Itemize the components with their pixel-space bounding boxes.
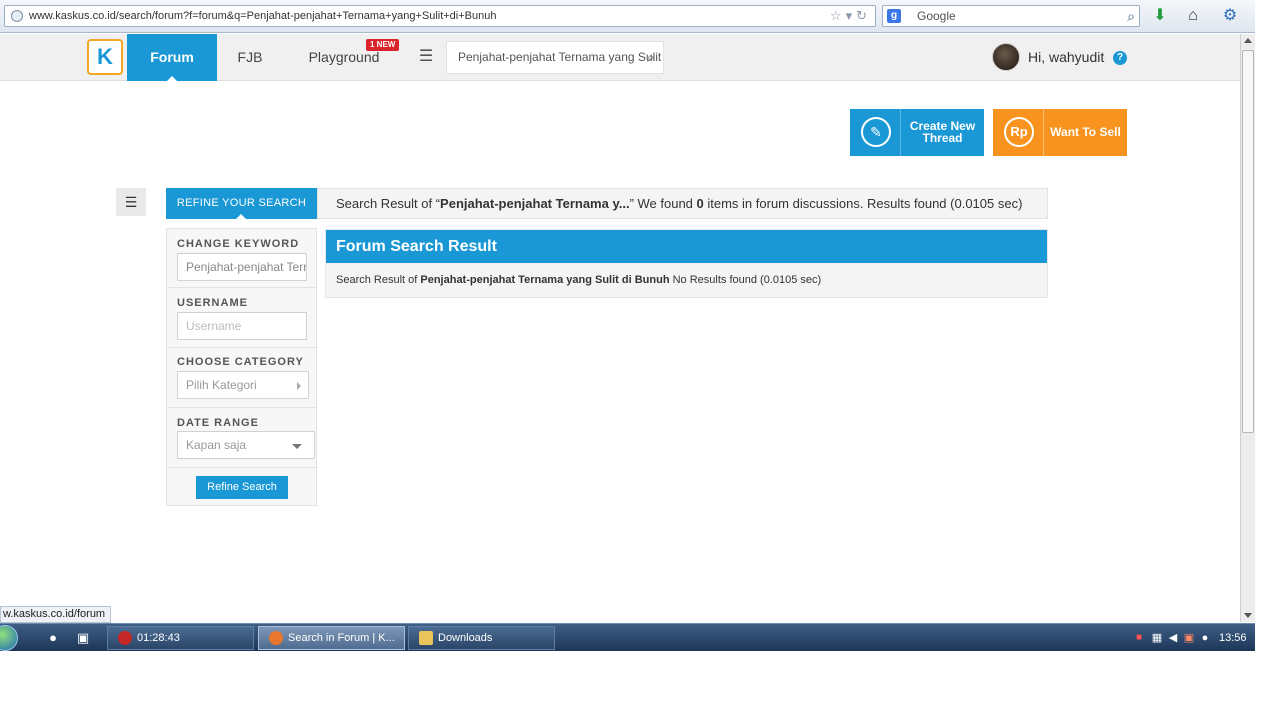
refine-search-button[interactable]: Refine Search <box>196 476 288 499</box>
firefox-icon[interactable]: ● <box>44 629 62 647</box>
summary-suffix: items in forum discussions. Results foun… <box>703 196 1023 211</box>
search-summary: Search Result of “Penjahat-penjahat Tern… <box>317 188 1048 219</box>
search-icon[interactable]: ⌕ <box>647 42 655 73</box>
date-range-select[interactable]: Kapan saja <box>177 431 315 459</box>
address-text: www.kaskus.co.id/search/forum?f=forum&q=… <box>29 10 497 22</box>
user-greeting[interactable]: Hi, wahyudit <box>1028 34 1104 81</box>
scroll-thumb[interactable] <box>1242 50 1254 433</box>
refine-sidebar: CHANGE KEYWORD Penjahat-penjahat Ternama… <box>166 228 317 506</box>
download-arrow-icon[interactable]: ⬇ <box>1150 6 1170 26</box>
windows-taskbar: ● ▣ 01:28:43 Search in Forum | K... Down… <box>0 623 1255 651</box>
rupiah-icon-wrap: Rp <box>993 109 1044 156</box>
summary-query: Penjahat-penjahat Ternama y... <box>440 196 630 211</box>
tray-globe-icon[interactable]: ● <box>1196 629 1214 647</box>
result-prefix: Search Result of <box>336 274 421 286</box>
divider <box>167 287 316 288</box>
home-icon[interactable]: ⌂ <box>1183 6 1203 26</box>
category-select[interactable]: Pilih Kategori <box>177 371 309 399</box>
divider <box>167 347 316 348</box>
task-downloads-label: Downloads <box>438 632 493 644</box>
summary-middle: ” We found <box>629 196 697 211</box>
result-query: Penjahat-penjahat Ternama yang Sulit di … <box>420 274 670 286</box>
date-range-value: Kapan saja <box>186 438 247 452</box>
toggle-sidebar-list-icon[interactable]: ☰ <box>116 188 146 216</box>
create-new-thread-button[interactable]: ✎ Create New Thread <box>850 109 984 156</box>
refine-your-search-tab[interactable]: REFINE YOUR SEARCH <box>166 188 317 219</box>
task-timer-label: 01:28:43 <box>137 632 180 644</box>
browser-search-box[interactable]: g Google ⌕ <box>882 5 1140 27</box>
forum-search-result-title: Forum Search Result <box>326 230 1047 263</box>
no-results-line: Search Result of Penjahat-penjahat Terna… <box>336 274 821 286</box>
avatar[interactable] <box>992 43 1020 71</box>
bookmark-star-icon[interactable]: ☆ <box>830 8 846 23</box>
rupiah-icon: Rp <box>1004 117 1034 147</box>
change-keyword-label: CHANGE KEYWORD <box>177 238 300 250</box>
header-search-value: Penjahat-penjahat Ternama yang Sulit di … <box>458 50 663 64</box>
dropdown-icon[interactable]: ▾ <box>846 8 857 23</box>
firefox-task-icon <box>269 631 283 646</box>
folder-icon <box>419 631 433 646</box>
divider <box>167 467 316 468</box>
taskbar-clock[interactable]: 13:56 <box>1219 624 1247 652</box>
choose-category-label: CHOOSE CATEGORY <box>177 356 304 368</box>
globe-icon <box>11 10 23 22</box>
divider <box>167 407 316 408</box>
task-browser[interactable]: Search in Forum | K... <box>258 626 405 650</box>
google-icon[interactable]: g <box>887 9 901 23</box>
want-to-sell-label: Want To Sell <box>1050 125 1121 139</box>
reload-icon[interactable]: ↻ <box>856 8 871 23</box>
help-icon[interactable]: ? <box>1113 51 1127 65</box>
start-button[interactable] <box>0 625 18 651</box>
new-badge: 1 NEW <box>366 39 400 51</box>
tray-app-icon[interactable]: ■ <box>1130 629 1148 647</box>
task-timer[interactable]: 01:28:43 <box>107 626 254 650</box>
category-value: Pilih Kategori <box>186 378 257 392</box>
summary-count: 0 <box>696 196 704 211</box>
task-downloads[interactable]: Downloads <box>408 626 555 650</box>
username-placeholder: Username <box>186 319 242 333</box>
address-tools: ☆▾↻ <box>830 6 871 26</box>
search-icon[interactable]: ⌕ <box>1127 6 1135 26</box>
explorer-icon[interactable]: ▣ <box>74 629 92 647</box>
addon-icon[interactable]: ⚙ <box>1220 6 1240 26</box>
address-bar[interactable]: www.kaskus.co.id/search/forum?f=forum&q=… <box>4 5 876 27</box>
kaskus-logo[interactable]: K <box>87 39 123 75</box>
pencil-icon-wrap: ✎ <box>850 109 901 156</box>
site-header: K Forum FJB Playground 1 NEW ☰ Penjahat-… <box>0 34 1240 81</box>
chevron-down-icon <box>292 444 302 449</box>
result-suffix: No Results found (0.0105 sec) <box>669 274 822 286</box>
page-scrollbar[interactable] <box>1240 34 1255 622</box>
create-label-line2: Thread <box>922 131 963 145</box>
username-input[interactable]: Username <box>177 312 307 340</box>
header-search-input[interactable]: Penjahat-penjahat Ternama yang Sulit di … <box>446 41 664 74</box>
scroll-down-icon[interactable] <box>1244 613 1252 618</box>
want-to-sell-button[interactable]: Rp Want To Sell <box>993 109 1127 156</box>
timer-app-icon <box>118 631 132 646</box>
scroll-up-icon[interactable] <box>1244 38 1252 43</box>
forum-search-result-panel: Forum Search Result Search Result of Pen… <box>325 229 1048 298</box>
keyword-value: Penjahat-penjahat Ternama yang Sulit di … <box>186 260 306 274</box>
nav-fjb[interactable]: FJB <box>232 34 268 81</box>
browser-search-placeholder: Google <box>917 9 956 23</box>
menu-list-icon[interactable]: ☰ <box>414 46 438 68</box>
screen: www.kaskus.co.id/search/forum?f=forum&q=… <box>0 0 1280 720</box>
pencil-icon: ✎ <box>861 117 891 147</box>
username-label: USERNAME <box>177 297 248 309</box>
status-url: w.kaskus.co.id/forum <box>0 606 112 623</box>
browser-toolbar: www.kaskus.co.id/search/forum?f=forum&q=… <box>0 0 1255 33</box>
create-new-thread-label: Create New Thread <box>901 120 984 144</box>
chevron-right-icon <box>297 382 301 390</box>
summary-prefix: Search Result of “ <box>336 196 441 211</box>
keyword-input[interactable]: Penjahat-penjahat Ternama yang Sulit di … <box>177 253 307 281</box>
date-range-label: DATE RANGE <box>177 417 259 429</box>
nav-forum[interactable]: Forum <box>127 34 217 81</box>
task-browser-label: Search in Forum | K... <box>288 632 395 644</box>
